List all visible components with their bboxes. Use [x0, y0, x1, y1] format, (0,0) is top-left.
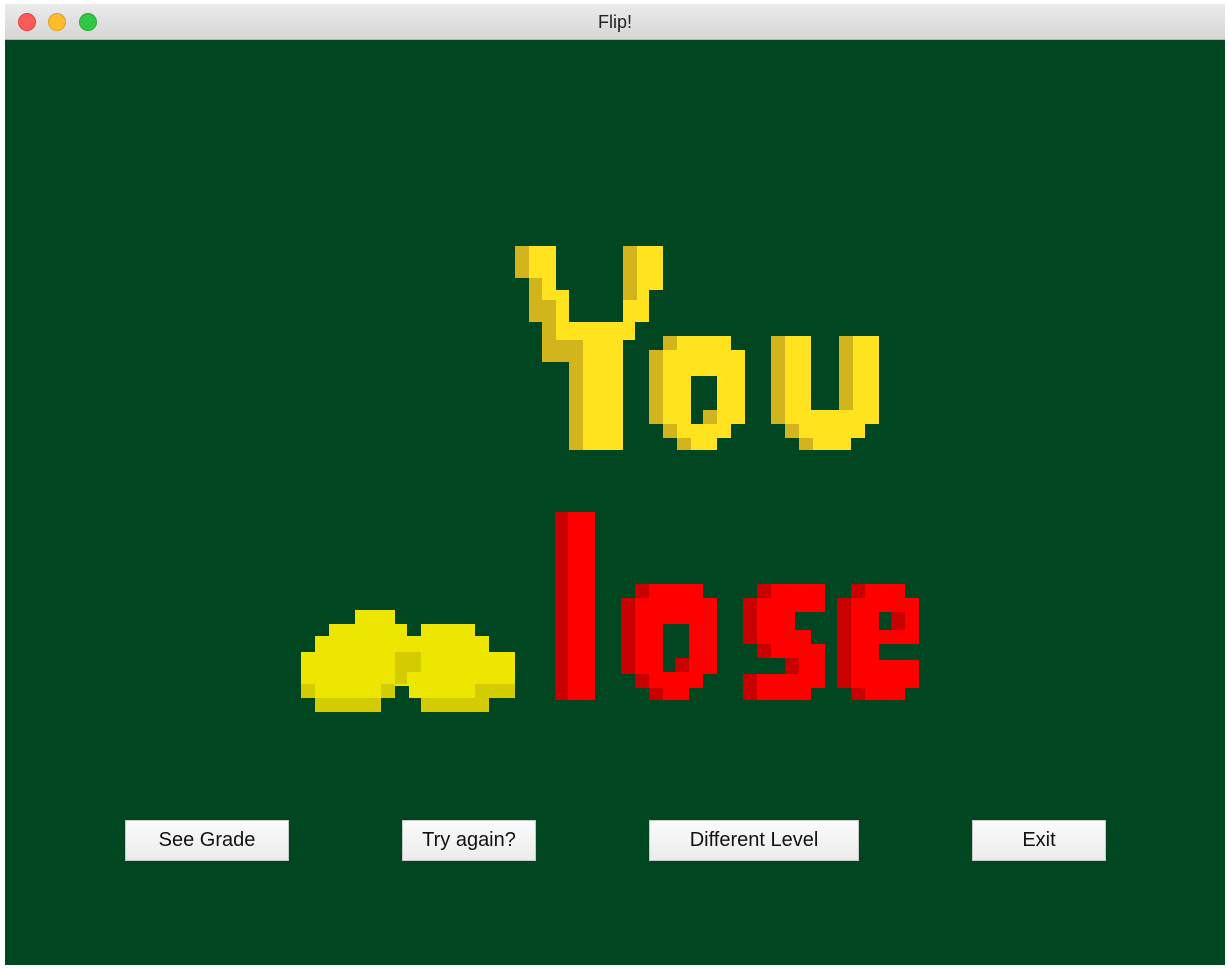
exit-button[interactable]: Exit	[972, 820, 1106, 861]
letter-s	[743, 584, 825, 700]
game-area: See Grade Try again? Different Level Exi…	[5, 40, 1225, 965]
letter-e	[837, 584, 919, 700]
see-grade-button[interactable]: See Grade	[125, 820, 289, 861]
different-level-button[interactable]: Different Level	[649, 820, 859, 861]
try-again-button[interactable]: Try again?	[402, 820, 536, 861]
game-window: Flip! See Grade Try again? Different Lev…	[5, 4, 1225, 965]
letter-y	[515, 246, 663, 450]
yellow-tile-blob	[301, 610, 515, 712]
lose-text	[555, 512, 919, 700]
letter-o-1	[649, 336, 745, 450]
window-title: Flip!	[597, 12, 632, 32]
letter-o-2	[621, 584, 717, 700]
title-bar: Flip!	[5, 4, 1225, 40]
letter-u	[771, 336, 879, 450]
letter-l	[555, 512, 595, 700]
you-text	[515, 246, 879, 450]
